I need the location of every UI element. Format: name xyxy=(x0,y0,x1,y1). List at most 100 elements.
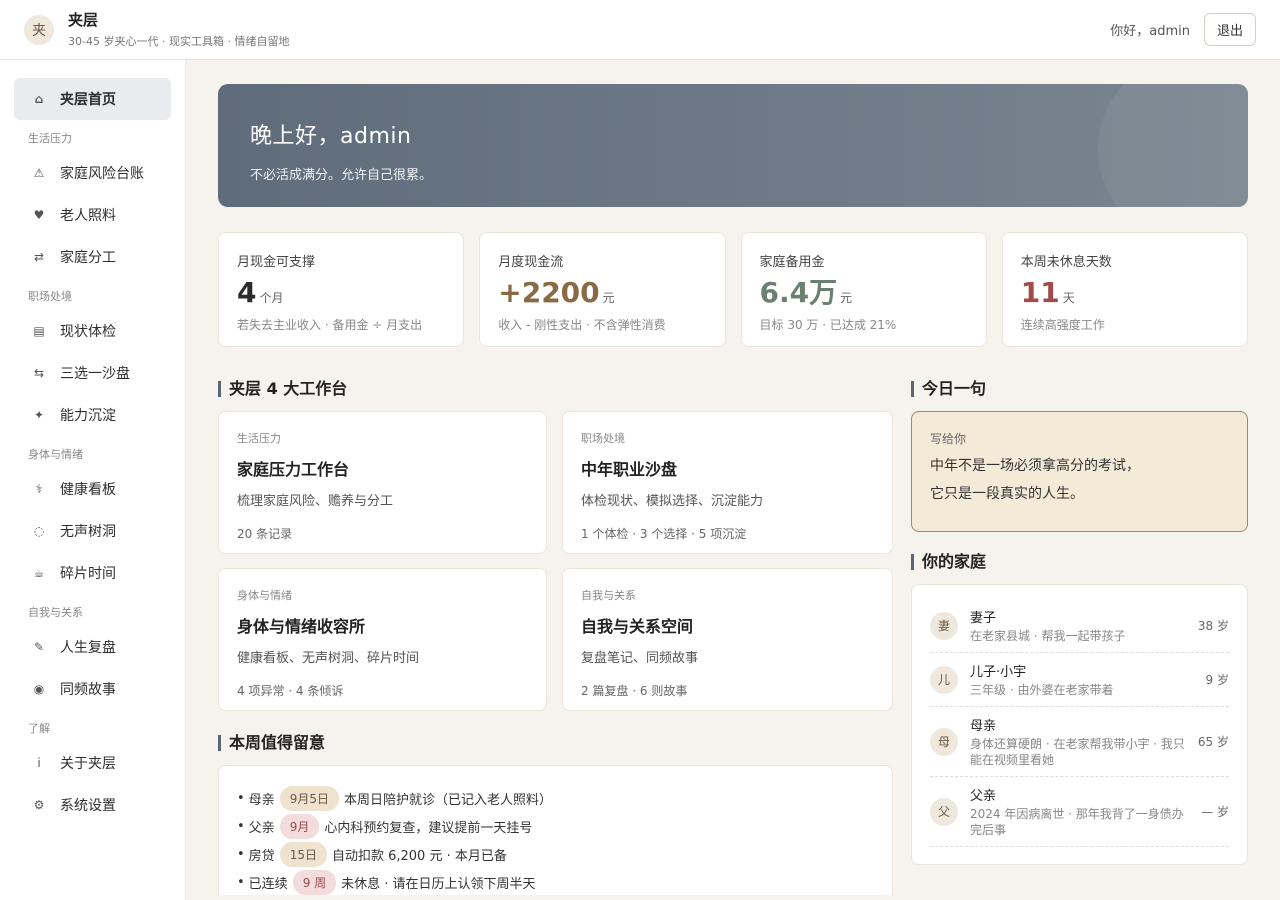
daily-quote-card: 写给你 中年不是一场必须拿高分的考试， 它只是一段真实的人生。 xyxy=(911,411,1248,532)
bullet: • xyxy=(237,818,245,834)
main-content: 晚上好，admin 不必活成满分。允许自己很累。 月现金可支撑 4 个月 若失去… xyxy=(218,84,1248,895)
week-title: 本周值得留意 xyxy=(218,735,893,751)
card-tag: 职场处境 xyxy=(581,432,625,445)
sidebar-item-settings[interactable]: ⚙ 系统设置 xyxy=(14,784,171,826)
user-greeting: 你好，admin xyxy=(1110,24,1190,39)
stat-label: 月度现金流 xyxy=(498,255,564,270)
stat-label: 月现金可支撑 xyxy=(237,255,316,270)
card-title: 身体与情绪收容所 xyxy=(237,617,366,636)
stat-card: 月度现金流 +2200 元 收入 - 刚性支出 · 不含弹性消费 xyxy=(479,232,726,347)
stat-unit: 个月 xyxy=(259,291,284,305)
hero-decoration xyxy=(1098,84,1248,207)
stat-note: 目标 30 万 · 已达成 21% xyxy=(759,318,897,332)
sidebar-item-elder-care[interactable]: ♥ 老人照料 xyxy=(14,194,171,236)
sidebar-item-family-duties[interactable]: ⇄ 家庭分工 xyxy=(14,236,171,278)
sidebar-item-career-checkup[interactable]: ▤ 现状体检 xyxy=(14,310,171,352)
stat-value: 6.4万 xyxy=(759,276,838,309)
left-column: 夹层 4 大工作台 生活压力 家庭压力工作台 梳理家庭风险、赡养与分工 20 条… xyxy=(218,381,893,895)
list-item: • 父亲 9月 心内科预约复查，建议提前一天挂号 xyxy=(237,812,874,840)
sidebar: ⌂ 夹层首页 生活压力 ⚠ 家庭风险台账 ♥ 老人照料 ⇄ 家庭分工 职场处境 … xyxy=(0,60,186,900)
list-item: • 已连续 9 周 未休息 · 请在日历上认领下周半天 xyxy=(237,868,874,896)
app-subtitle: 30-45 岁夹心一代 · 现实工具箱 · 情绪自留地 xyxy=(68,34,290,48)
sidebar-item-review[interactable]: ✎ 人生复盘 xyxy=(14,626,171,668)
workbench-card-family[interactable]: 生活压力 家庭压力工作台 梳理家庭风险、赡养与分工 20 条记录 xyxy=(218,411,547,554)
sparkle-icon: ✦ xyxy=(33,408,45,422)
sidebar-item-sandbox[interactable]: ⇆ 三选一沙盘 xyxy=(14,352,171,394)
card-desc: 复盘笔记、同频故事 xyxy=(581,651,699,666)
sidebar-item-risk-ledger[interactable]: ⚠ 家庭风险台账 xyxy=(14,152,171,194)
stat-note: 收入 - 刚性支出 · 不含弹性消费 xyxy=(498,318,666,332)
member-name: 母亲 xyxy=(970,719,997,734)
avatar: 母 xyxy=(930,727,958,756)
quote-title: 今日一句 xyxy=(911,381,1248,397)
sidebar-section-title: 生活压力 xyxy=(28,132,72,145)
family-list: 妻 妻子 在老家县城 · 帮我一起带孩子 38 岁 儿 儿子·小宇 三年级 · … xyxy=(911,584,1248,865)
stat-unit: 天 xyxy=(1062,291,1075,305)
member-age: — 岁 xyxy=(1201,805,1229,819)
quote-line: 它只是一段真实的人生。 xyxy=(930,486,1084,502)
arrows-icon: ⇆ xyxy=(33,366,45,380)
workbench-card-body-mind[interactable]: 身体与情绪 身体与情绪收容所 健康看板、无声树洞、碎片时间 4 项异常 · 4 … xyxy=(218,568,547,711)
avatar: 妻 xyxy=(930,611,958,640)
sidebar-item-label: 老人照料 xyxy=(60,208,116,224)
list-item: • 房贷 15日 自动扣款 6,200 元 · 本月已备 xyxy=(237,840,874,868)
stat-card: 月现金可支撑 4 个月 若失去主业收入 · 备用金 ÷ 月支出 xyxy=(218,232,465,347)
list-icon: ▤ xyxy=(33,324,45,338)
member-desc: 身体还算硬朗 · 在老家帮我带小宇 · 我只能在视频里看她 xyxy=(970,737,1185,767)
family-member[interactable]: 妻 妻子 在老家县城 · 帮我一起带孩子 38 岁 xyxy=(930,599,1229,653)
sidebar-section-title: 职场处境 xyxy=(28,290,72,303)
stat-card: 家庭备用金 6.4万 元 目标 30 万 · 已达成 21% xyxy=(740,232,987,347)
card-title: 自我与关系空间 xyxy=(581,617,694,636)
stat-value: +2200 xyxy=(498,276,600,309)
app-logo: 夹 xyxy=(24,14,54,45)
sidebar-item-label: 关于夹层 xyxy=(60,756,116,772)
sidebar-item-about[interactable]: i 关于夹层 xyxy=(14,742,171,784)
list-item: • 母亲 9月5日 本周日陪护就诊（已记入老人照料） xyxy=(237,784,874,812)
sidebar-item-label: 人生复盘 xyxy=(60,640,116,656)
sidebar-item-stories[interactable]: ◉ 同频故事 xyxy=(14,668,171,710)
week-notice-list: • 母亲 9月5日 本周日陪护就诊（已记入老人照料） • 父亲 9月 心内科预约… xyxy=(218,765,893,895)
notice-subject: 母亲 xyxy=(248,792,275,808)
card-title: 中年职业沙盘 xyxy=(581,460,678,479)
sidebar-item-label: 家庭风险台账 xyxy=(60,166,144,182)
family-member[interactable]: 母 母亲 身体还算硬朗 · 在老家帮我带小宇 · 我只能在视频里看她 65 岁 xyxy=(930,707,1229,777)
info-icon: i xyxy=(37,756,41,770)
family-member[interactable]: 父 父亲 2024 年因病离世 · 那年我背了一身债办完后事 — 岁 xyxy=(930,777,1229,847)
sidebar-item-label: 同频故事 xyxy=(60,682,116,698)
member-age: 65 岁 xyxy=(1197,735,1229,749)
top-header: 夹 夹层 30-45 岁夹心一代 · 现实工具箱 · 情绪自留地 你好，admi… xyxy=(0,0,1280,60)
sidebar-item-tree-hole[interactable]: ◌ 无声树洞 xyxy=(14,510,171,552)
hero-title: 晚上好，admin xyxy=(250,124,412,149)
sidebar-item-skills[interactable]: ✦ 能力沉淀 xyxy=(14,394,171,436)
heart-icon: ♥ xyxy=(33,208,45,222)
sidebar-item-home[interactable]: ⌂ 夹层首页 xyxy=(14,78,171,120)
sidebar-item-label: 现状体检 xyxy=(60,324,116,340)
workbench-title: 夹层 4 大工作台 xyxy=(218,381,893,397)
date-pill: 9月 xyxy=(279,813,320,839)
workbench-card-career[interactable]: 职场处境 中年职业沙盘 体检现状、模拟选择、沉淀能力 1 个体检 · 3 个选择… xyxy=(562,411,893,554)
sidebar-item-label: 碎片时间 xyxy=(60,566,116,582)
card-meta: 4 项异常 · 4 条倾诉 xyxy=(237,684,344,698)
card-desc: 梳理家庭风险、赡养与分工 xyxy=(237,494,394,509)
sidebar-item-health[interactable]: ⚕ 健康看板 xyxy=(14,468,171,510)
notice-subject: 已连续 xyxy=(248,876,288,892)
sidebar-section-title: 自我与关系 xyxy=(28,606,83,619)
date-pill: 9月5日 xyxy=(279,785,339,811)
sidebar-item-label: 夹层首页 xyxy=(60,92,116,108)
logout-button[interactable]: 退出 xyxy=(1203,13,1256,46)
bullet: • xyxy=(237,874,245,890)
card-title: 家庭压力工作台 xyxy=(237,460,350,479)
family-member[interactable]: 儿 儿子·小宇 三年级 · 由外婆在老家带着 9 岁 xyxy=(930,653,1229,707)
hero-subtitle: 不必活成满分。允许自己很累。 xyxy=(250,168,433,183)
date-pill: 9 周 xyxy=(292,869,337,895)
card-tag: 生活压力 xyxy=(237,432,281,445)
stat-label: 本周未休息天数 xyxy=(1020,255,1112,270)
member-name: 儿子·小宇 xyxy=(970,665,1027,680)
date-pill: 15日 xyxy=(279,841,327,867)
avatar: 儿 xyxy=(930,665,958,694)
workbench-card-self[interactable]: 自我与关系 自我与关系空间 复盘笔记、同频故事 2 篇复盘 · 6 则故事 xyxy=(562,568,893,711)
member-age: 9 岁 xyxy=(1205,673,1229,687)
stat-value: 4 xyxy=(237,276,257,309)
stats-row: 月现金可支撑 4 个月 若失去主业收入 · 备用金 ÷ 月支出 月度现金流 +2… xyxy=(218,232,1248,347)
sidebar-item-fragments[interactable]: ☕ 碎片时间 xyxy=(14,552,171,594)
